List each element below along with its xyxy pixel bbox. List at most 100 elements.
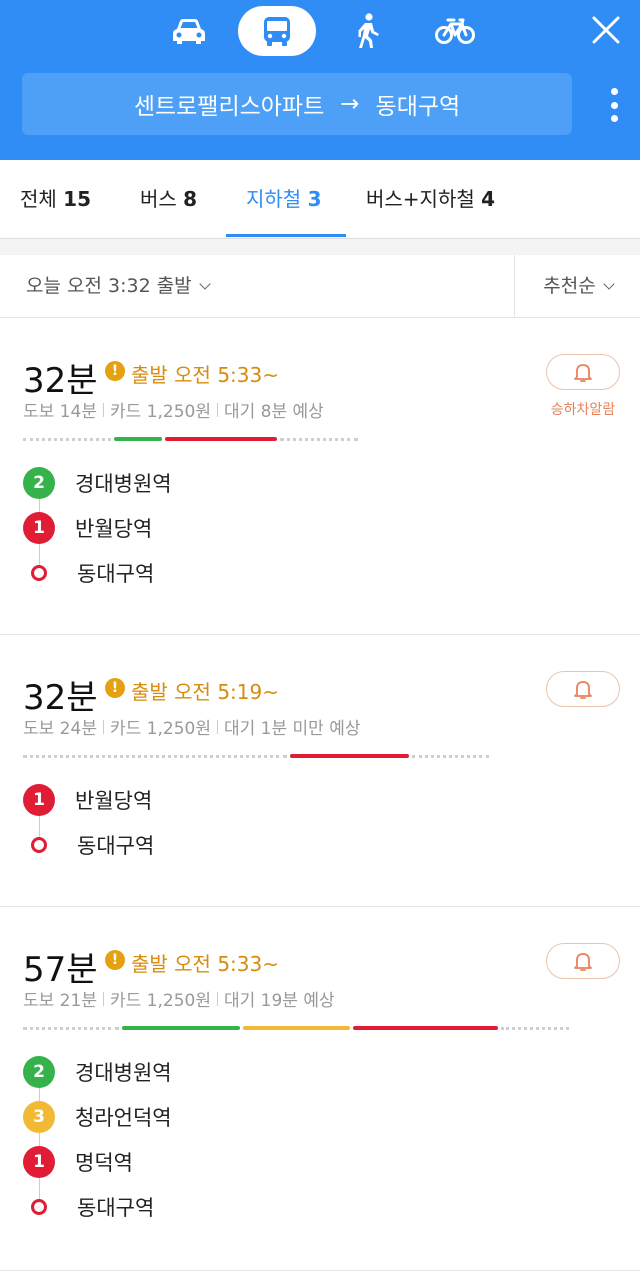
station-item: 3 청라언덕역: [23, 1099, 172, 1135]
destination-label: 동대구역: [375, 94, 461, 120]
subway-line-badge: 1: [23, 1146, 55, 1178]
more-dot: [610, 115, 618, 122]
subway-line-badge: 3: [23, 1101, 55, 1133]
departure-time: 출발 오전 5:33~: [131, 363, 279, 387]
station-item: 동대구역: [23, 555, 154, 591]
chevron-down-icon: [603, 278, 615, 290]
route-arrow: →: [340, 91, 360, 117]
walk-icon: [358, 13, 379, 48]
app-header: 센트로팰리스아파트 → 동대구역: [0, 0, 640, 160]
bus-icon: [264, 17, 290, 46]
station-item: 2 경대병원역: [23, 465, 172, 501]
route-card[interactable]: 32분! 출발 오전 5:33~ 도보 14분 카드 1,250원 대기 8분 예…: [0, 317, 640, 635]
walk-segment: [23, 1027, 119, 1030]
route-summary-button[interactable]: 센트로팰리스아파트 → 동대구역: [22, 73, 572, 135]
warning-icon: !: [105, 950, 125, 970]
alarm-label: 승하차알람: [550, 402, 616, 418]
transit-type-tabs: 전체 15 버스 8 지하철 3 버스+지하철 4: [0, 160, 640, 239]
tab-label: 지하철: [246, 187, 302, 211]
close-icon: [592, 16, 620, 44]
route-card[interactable]: 32분! 출발 오전 5:19~ 도보 24분 카드 1,250원 대기 1분 미…: [0, 634, 640, 907]
divider: [216, 991, 218, 1006]
warning-icon: !: [105, 361, 125, 381]
route-timeline-bar: [23, 1026, 571, 1030]
station-item: 동대구역: [23, 1189, 154, 1225]
alarm-button[interactable]: [546, 671, 620, 707]
station-item: 1 반월당역: [23, 782, 152, 818]
trip-duration: 32분: [23, 678, 98, 718]
more-dot: [610, 101, 618, 109]
trip-details: 도보 14분 카드 1,250원 대기 8분 예상: [23, 397, 324, 422]
tab-bus[interactable]: 버스 8: [140, 160, 197, 238]
line1-segment: [353, 1026, 498, 1030]
active-tab-indicator: [226, 234, 346, 237]
departure-time: 출발 오전 5:33~: [131, 952, 279, 976]
mode-car-button[interactable]: [161, 6, 217, 56]
line2-segment: [114, 437, 162, 441]
bell-icon: [574, 681, 592, 699]
station-item: 동대구역: [23, 827, 154, 863]
bike-icon: [435, 18, 475, 44]
sort-selector[interactable]: 추천순: [514, 255, 640, 317]
walk-segment: [23, 755, 287, 758]
tab-count: 15: [63, 187, 92, 211]
walk-segment: [23, 438, 111, 441]
destination-marker-icon: [31, 837, 47, 853]
fare: 카드 1,250원: [109, 719, 211, 739]
mode-bus-button[interactable]: [238, 6, 316, 56]
more-menu-button[interactable]: [610, 88, 618, 122]
tab-label: 버스+지하철: [366, 187, 475, 211]
walk-time: 도보 21분: [23, 991, 97, 1011]
station-name: 반월당역: [75, 517, 153, 541]
alarm-button[interactable]: [546, 943, 620, 979]
destination-marker-icon: [31, 1199, 47, 1215]
sort-label: 추천순: [543, 275, 596, 297]
tab-all[interactable]: 전체 15: [20, 160, 91, 238]
trip-duration: 57분: [23, 950, 98, 990]
station-name: 청라언덕역: [75, 1106, 172, 1130]
tab-count: 4: [481, 187, 496, 211]
bell-icon: [574, 364, 592, 382]
walk-segment: [412, 755, 489, 758]
station-name: 동대구역: [77, 1196, 155, 1220]
departure-time-selector[interactable]: 오늘 오전 3:32 출발: [26, 255, 211, 317]
alarm-button[interactable]: [546, 354, 620, 390]
subway-line-badge: 2: [23, 1056, 55, 1088]
divider: [102, 719, 104, 734]
divider: [102, 991, 104, 1006]
tab-bus-subway[interactable]: 버스+지하철 4: [366, 160, 495, 238]
station-name: 경대병원역: [75, 1061, 172, 1085]
walk-segment: [280, 438, 358, 441]
warning-icon: !: [105, 678, 125, 698]
station-name: 동대구역: [77, 834, 155, 858]
mode-bike-button[interactable]: [427, 6, 483, 56]
close-button[interactable]: [586, 10, 626, 50]
line2-segment: [122, 1026, 240, 1030]
route-timeline-bar: [23, 437, 361, 441]
wait-time: 대기 8분 예상: [223, 402, 324, 422]
station-item: 1 반월당역: [23, 510, 152, 546]
trip-details: 도보 24분 카드 1,250원 대기 1분 미만 예상: [23, 714, 360, 739]
origin-label: 센트로팰리스아파트: [133, 94, 325, 120]
route-card[interactable]: 57분! 출발 오전 5:33~ 도보 21분 카드 1,250원 대기 19분 …: [0, 906, 640, 1271]
trip-details: 도보 21분 카드 1,250원 대기 19분 예상: [23, 986, 335, 1011]
line3-segment: [243, 1026, 350, 1030]
walk-time: 도보 24분: [23, 719, 97, 739]
departure-time-label: 오늘 오전 3:32 출발: [26, 275, 192, 297]
walk-segment: [501, 1027, 569, 1030]
line1-segment: [165, 437, 277, 441]
destination-marker-icon: [31, 565, 47, 581]
divider: [102, 402, 104, 417]
mode-walk-button[interactable]: [339, 6, 395, 56]
tab-count: 8: [183, 187, 198, 211]
fare: 카드 1,250원: [109, 402, 211, 422]
station-item: 1 명덕역: [23, 1144, 133, 1180]
station-name: 명덕역: [75, 1151, 133, 1175]
tab-count: 3: [307, 187, 322, 211]
trip-duration: 32분: [23, 361, 98, 401]
tab-label: 버스: [140, 187, 177, 211]
car-icon: [173, 19, 205, 44]
tab-subway[interactable]: 지하철 3: [246, 160, 321, 238]
station-name: 동대구역: [77, 562, 155, 586]
section-divider: [0, 239, 640, 255]
